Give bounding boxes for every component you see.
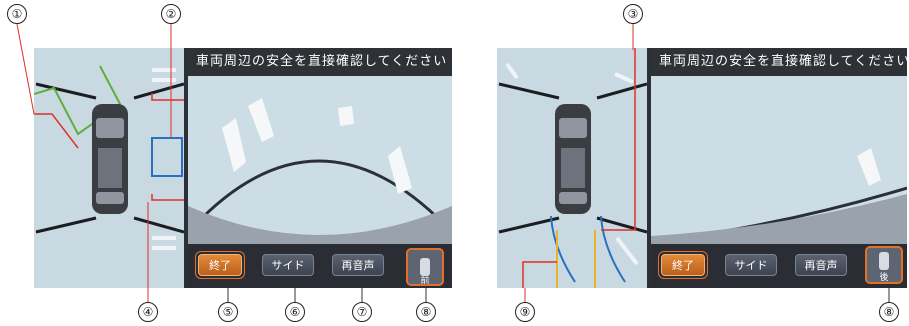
callout-leader-lines [16, 23, 890, 302]
